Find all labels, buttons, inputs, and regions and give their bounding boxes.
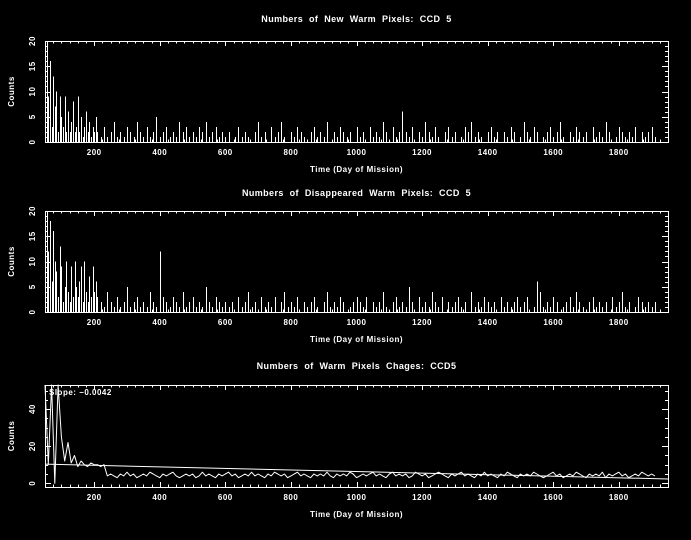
y-tick-label: 40 — [28, 404, 37, 414]
x-tick-label: 1800 — [609, 493, 629, 502]
axes-frame — [45, 385, 669, 488]
x-axis-title: Time (Day of Mission) — [310, 165, 403, 174]
panel-1: 200 400 600 800 1000 1200 1400 1600 1800 0 5 10 15 20… — [7, 206, 669, 344]
x-tick-label: 200 — [87, 318, 102, 327]
x-tick-label: 1800 — [609, 148, 629, 157]
x-tick-label: 800 — [283, 148, 298, 157]
y-tick-label: 15 — [28, 231, 37, 241]
data-layer — [46, 211, 656, 312]
x-axis-title: Time (Day of Mission) — [310, 335, 403, 344]
axis-labels: 200 400 600 800 1000 1200 1400 1600 1800 0 20 40 Tim… — [7, 388, 629, 519]
x-tick-label: 1600 — [543, 493, 563, 502]
x-tick-label: 600 — [218, 318, 233, 327]
x-tick-label: 600 — [218, 148, 233, 157]
x-tick-label: 400 — [152, 318, 167, 327]
x-tick-label: 1400 — [478, 148, 498, 157]
y-tick-label: 0 — [28, 309, 37, 314]
x-tick-label: 600 — [218, 493, 233, 502]
panel-0: 200 400 600 800 1000 1200 1400 1600 1800 0 5 10 15 20… — [7, 36, 669, 174]
slope-annotation: Slope: −0.0042 — [49, 388, 112, 397]
x-tick-label: 1600 — [543, 148, 563, 157]
x-tick-label: 200 — [87, 148, 102, 157]
y-tick-label: 0 — [28, 481, 37, 486]
y-axis-title: Counts — [7, 246, 16, 277]
x-tick-label: 400 — [152, 493, 167, 502]
x-tick-label: 1600 — [543, 318, 563, 327]
y-axis-title: Counts — [7, 421, 16, 452]
axes-frame — [45, 41, 669, 143]
x-tick-label: 800 — [283, 318, 298, 327]
panel-2: 200 400 600 800 1000 1200 1400 1600 1800 0 20 40 Tim… — [7, 385, 669, 519]
data-layer — [45, 385, 668, 483]
x-tick-label: 400 — [152, 148, 167, 157]
y-tick-label: 10 — [28, 257, 37, 267]
plot-frame — [46, 386, 669, 488]
y-tick-label: 5 — [28, 284, 37, 289]
x-tick-label: 1000 — [347, 318, 367, 327]
axis-labels: 200 400 600 800 1000 1200 1400 1600 1800 0 5 10 15 20… — [7, 36, 629, 174]
y-tick-label: 20 — [28, 36, 37, 46]
x-tick-label: 1800 — [609, 318, 629, 327]
data-layer — [46, 41, 656, 142]
axes-frame — [45, 211, 669, 313]
x-tick-label: 1200 — [412, 148, 432, 157]
axis-labels: 200 400 600 800 1000 1200 1400 1600 1800 0 5 10 15 20… — [7, 206, 629, 344]
x-tick-label: 200 — [87, 493, 102, 502]
y-tick-label: 20 — [28, 206, 37, 216]
x-axis-title: Time (Day of Mission) — [310, 510, 403, 519]
warm-pixels-report-window: Numbers of New Warm Pixels: CCD 5 Number… — [0, 0, 691, 540]
y-axis-title: Counts — [7, 76, 16, 107]
counts-line — [45, 385, 655, 483]
plots-canvas: 2004006008001000120014001600180005101520… — [0, 0, 691, 540]
x-tick-label: 1000 — [347, 493, 367, 502]
y-tick-label: 15 — [28, 61, 37, 71]
y-tick-label: 0 — [28, 139, 37, 144]
x-tick-label: 1000 — [347, 148, 367, 157]
y-tick-label: 10 — [28, 87, 37, 97]
x-tick-label: 1400 — [478, 318, 498, 327]
x-tick-label: 1200 — [412, 318, 432, 327]
y-tick-label: 5 — [28, 114, 37, 119]
y-tick-label: 20 — [28, 441, 37, 451]
x-tick-label: 800 — [283, 493, 298, 502]
x-tick-label: 1200 — [412, 493, 432, 502]
x-tick-label: 1400 — [478, 493, 498, 502]
